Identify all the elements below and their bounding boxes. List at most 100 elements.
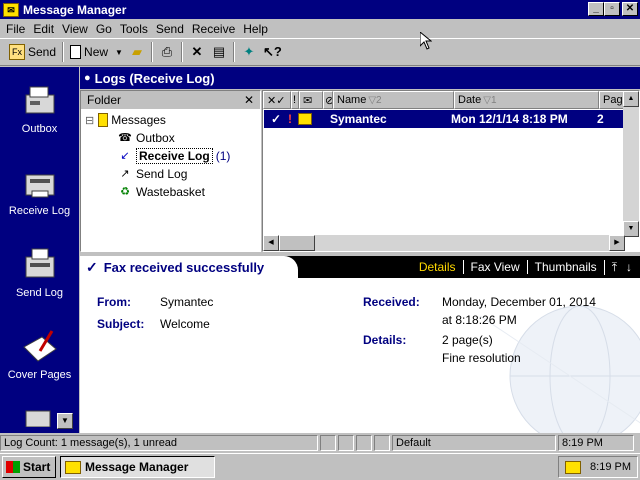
details-label: Details: bbox=[363, 333, 407, 347]
details-resolution: Fine resolution bbox=[442, 351, 521, 365]
envelope-icon: ✉ bbox=[303, 94, 313, 107]
title-bar[interactable]: ✉ Message Manager _ ▫ ✕ bbox=[0, 0, 640, 19]
start-button[interactable]: Start bbox=[2, 456, 56, 478]
tab-thumbnails[interactable]: Thumbnails bbox=[526, 260, 604, 274]
delete-button[interactable]: ✕ bbox=[186, 41, 208, 63]
new-dropdown-icon[interactable]: ▼ bbox=[115, 48, 123, 57]
column-type[interactable]: ✉ bbox=[299, 91, 323, 109]
sidebar-item-label: Outbox bbox=[21, 123, 58, 135]
folder-tree: ⊟ Messages ☎ Outbox ↙ Receive Log (1) ↗ … bbox=[81, 109, 260, 201]
menu-go[interactable]: Go bbox=[92, 22, 116, 36]
send-button[interactable]: Fx Send bbox=[6, 41, 59, 63]
column-date[interactable]: Date ▽1 bbox=[454, 91, 599, 109]
vertical-scrollbar[interactable]: ▲ ▼ bbox=[623, 91, 639, 237]
detail-status-tab: ✓ Fax received successfully bbox=[80, 256, 298, 278]
tray-clock: 8:19 PM bbox=[590, 461, 631, 473]
tree-item-messages[interactable]: ⊟ Messages bbox=[81, 111, 260, 129]
windows-logo-icon bbox=[6, 461, 20, 473]
log-header-title: Logs (Receive Log) bbox=[94, 70, 215, 86]
folder-pane: Folder ✕ ⊟ Messages ☎ Outbox ↙ Receive L… bbox=[80, 90, 261, 252]
table-row[interactable]: ✓ ! Symantec Mon 12/1/14 8:18 PM 2 bbox=[264, 110, 626, 128]
logs-icon: ● bbox=[84, 72, 91, 84]
fax-machine-icon bbox=[20, 81, 60, 119]
arrow-down-icon[interactable]: ↓ bbox=[624, 260, 634, 274]
system-tray: 8:19 PM bbox=[558, 456, 638, 478]
scroll-left-button[interactable]: ◀ bbox=[263, 235, 279, 251]
toolbar-separator bbox=[150, 42, 153, 62]
tab-fax-view[interactable]: Fax View bbox=[462, 260, 527, 274]
sidebar-item-receive-log[interactable]: Receive Log bbox=[0, 163, 79, 217]
sidebar-item-cover-pages[interactable]: Cover Pages bbox=[0, 327, 79, 381]
menu-edit[interactable]: Edit bbox=[29, 22, 58, 36]
fax-tray-icon[interactable] bbox=[565, 460, 581, 474]
menu-help[interactable]: Help bbox=[239, 22, 272, 36]
sidebar-scroll-down-button[interactable]: ▼ bbox=[57, 413, 73, 429]
scroll-up-button[interactable]: ▲ bbox=[623, 91, 639, 107]
sidebar-item-send-log[interactable]: Send Log bbox=[0, 245, 79, 299]
tree-item-wastebasket[interactable]: ♻ Wastebasket bbox=[81, 183, 260, 201]
tree-item-send-log[interactable]: ↗ Send Log bbox=[81, 165, 260, 183]
open-button[interactable]: ▰ bbox=[126, 41, 148, 63]
menu-file[interactable]: File bbox=[2, 22, 29, 36]
close-button[interactable]: ✕ bbox=[622, 2, 638, 16]
sidebar: Outbox Receive Log Send Log Cover Pages … bbox=[0, 67, 79, 433]
subject-label: Subject: bbox=[97, 317, 145, 331]
row-date: Mon 12/1/14 8:18 PM bbox=[451, 112, 568, 126]
read-check-icon: ✓ bbox=[270, 112, 282, 126]
received-time: at 8:18:26 PM bbox=[442, 313, 517, 327]
sidebar-item-outbox[interactable]: Outbox bbox=[0, 81, 79, 135]
column-date-label: Date bbox=[458, 94, 482, 106]
success-check-icon: ✓ bbox=[86, 258, 98, 275]
taskbar-item-message-manager[interactable]: Message Manager bbox=[60, 456, 215, 478]
column-attachment[interactable]: ⊘ bbox=[323, 91, 333, 109]
status-profile: Default bbox=[392, 435, 556, 451]
horizontal-scroll-thumb[interactable] bbox=[279, 235, 315, 251]
scroll-down-button[interactable]: ▼ bbox=[623, 221, 639, 237]
wizard-icon: ✦ bbox=[243, 44, 255, 59]
menu-receive[interactable]: Receive bbox=[188, 22, 239, 36]
column-status[interactable]: ✕✓ bbox=[263, 91, 291, 109]
toolbar-separator bbox=[62, 42, 65, 62]
taskbar: Start Message Manager 8:19 PM bbox=[0, 453, 640, 480]
menu-tools[interactable]: Tools bbox=[116, 22, 152, 36]
folder-pane-close-button[interactable]: ✕ bbox=[244, 93, 254, 107]
from-value: Symantec bbox=[160, 295, 214, 309]
status-bar: Log Count: 1 message(s), 1 unread Defaul… bbox=[0, 434, 640, 452]
tree-item-outbox[interactable]: ☎ Outbox bbox=[81, 129, 260, 147]
message-list-header: ✕✓ ! ✉ ⊘ Name ▽2 Date ▽1 Page bbox=[263, 91, 639, 109]
help-button[interactable]: ↖? bbox=[260, 41, 282, 63]
context-help-icon: ↖? bbox=[262, 44, 282, 59]
row-pages: 2 bbox=[597, 112, 604, 126]
wizard-button[interactable]: ✦ bbox=[238, 41, 260, 63]
properties-button[interactable]: ▤ bbox=[208, 41, 230, 63]
start-label: Start bbox=[23, 460, 51, 474]
details-pages: 2 page(s) bbox=[442, 333, 493, 347]
menu-view[interactable]: View bbox=[58, 22, 92, 36]
outbox-icon: ☎ bbox=[118, 132, 132, 144]
priority-icon: ! bbox=[288, 112, 292, 126]
log-header: ● Logs (Receive Log) bbox=[80, 67, 640, 89]
print-button[interactable]: ⎙ bbox=[156, 41, 178, 63]
tree-expander-icon[interactable]: ⊟ bbox=[85, 114, 94, 127]
new-button[interactable]: New ▼ bbox=[67, 41, 126, 63]
column-name[interactable]: Name ▽2 bbox=[333, 91, 454, 109]
status-indicator bbox=[320, 435, 336, 451]
status-indicator bbox=[338, 435, 354, 451]
received-label: Received: bbox=[363, 295, 420, 309]
tab-details[interactable]: Details bbox=[412, 260, 463, 274]
column-name-label: Name bbox=[337, 94, 367, 106]
subject-value: Welcome bbox=[160, 317, 210, 331]
tree-item-receive-log[interactable]: ↙ Receive Log (1) bbox=[81, 147, 260, 165]
minimize-button[interactable]: _ bbox=[588, 2, 604, 16]
column-priority[interactable]: ! bbox=[291, 91, 299, 109]
received-date: Monday, December 01, 2014 bbox=[442, 295, 596, 309]
tree-item-label: Outbox bbox=[136, 131, 175, 145]
scroll-right-button[interactable]: ▶ bbox=[609, 235, 625, 251]
horizontal-scrollbar[interactable]: ◀ ▶ bbox=[263, 235, 625, 251]
menu-send[interactable]: Send bbox=[152, 22, 188, 36]
window-title: Message Manager bbox=[23, 2, 127, 17]
pin-top-icon[interactable]: ⤒ bbox=[603, 259, 624, 275]
detail-status: Fax received successfully bbox=[103, 259, 265, 275]
maximize-button[interactable]: ▫ bbox=[604, 2, 620, 16]
detail-view-links: Details Fax View Thumbnails ⤒ ↓ bbox=[412, 256, 634, 278]
